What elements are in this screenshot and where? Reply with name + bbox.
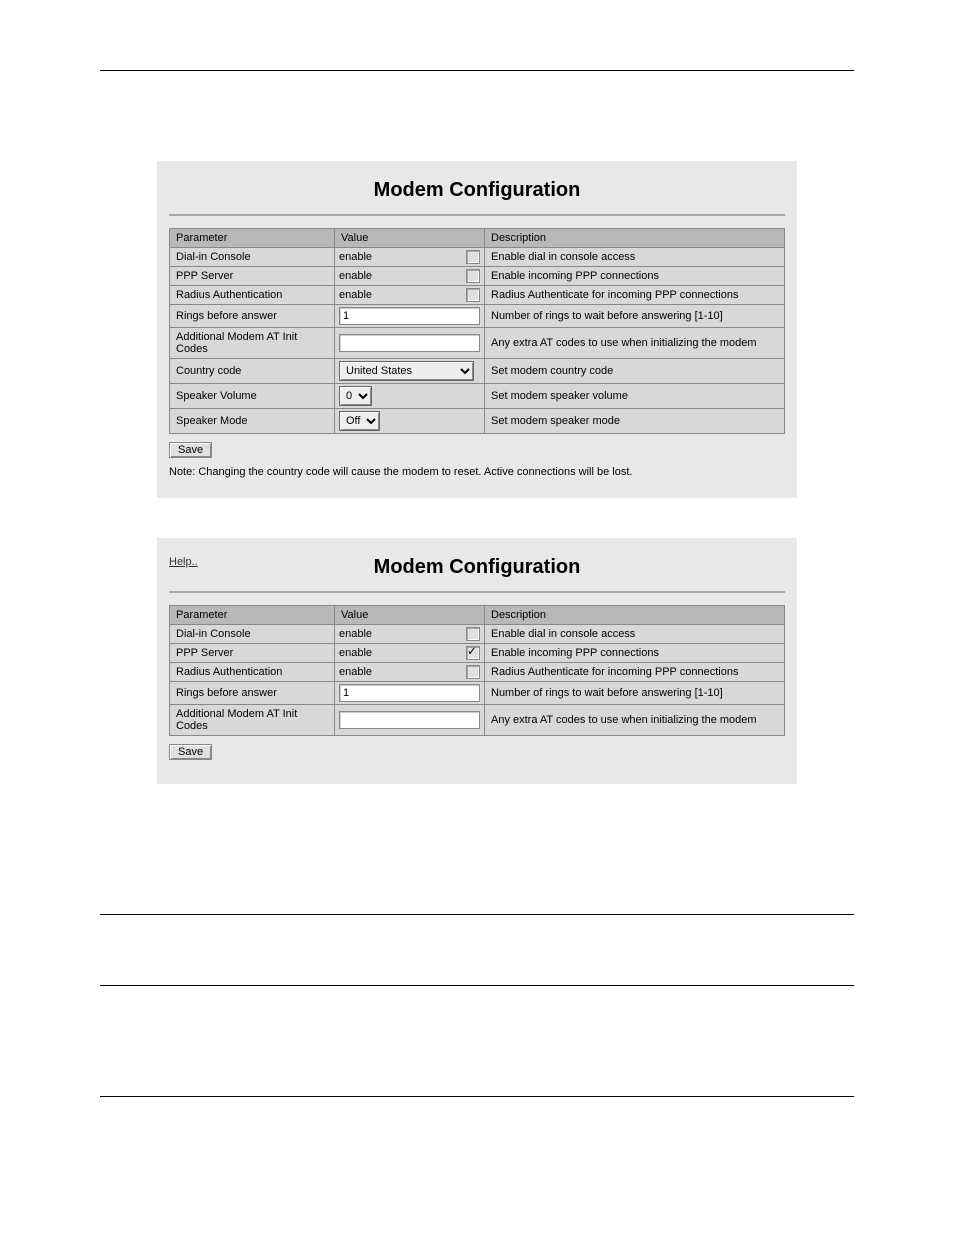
description-cell: Enable dial in console access: [485, 625, 785, 644]
checkbox[interactable]: [466, 288, 480, 302]
description-cell: Enable incoming PPP connections: [485, 267, 785, 286]
panel-title: Modem Configuration: [157, 161, 797, 214]
description-cell: Set modem country code: [485, 359, 785, 384]
modem-config-panel-2: Help.. Modem Configuration Parameter Val…: [157, 538, 797, 784]
value-cell: enable: [335, 267, 485, 286]
table-row: Speaker ModeOff Set modem speaker mode: [170, 409, 785, 434]
checkbox[interactable]: [466, 646, 480, 660]
table-row: Speaker Volume0 Set modem speaker volume: [170, 384, 785, 409]
param-cell: Radius Authentication: [170, 286, 335, 305]
value-cell: [335, 682, 485, 705]
header-parameter: Parameter: [170, 229, 335, 248]
table-row: Rings before answer Number of rings to wa…: [170, 682, 785, 705]
value-cell: enable: [335, 286, 485, 305]
param-cell: Radius Authentication: [170, 663, 335, 682]
text-input[interactable]: [339, 307, 480, 325]
checkbox[interactable]: [466, 250, 480, 264]
save-button[interactable]: Save: [169, 744, 212, 760]
param-cell: Dial-in Console: [170, 625, 335, 644]
header-value: Value: [335, 606, 485, 625]
table-row: Additional Modem AT Init Codes Any extra …: [170, 705, 785, 736]
description-cell: Radius Authenticate for incoming PPP con…: [485, 286, 785, 305]
param-cell: Speaker Mode: [170, 409, 335, 434]
checkbox[interactable]: [466, 627, 480, 641]
header-value: Value: [335, 229, 485, 248]
table-row: Radius Authentication enable Radius Authen…: [170, 286, 785, 305]
description-cell: Number of rings to wait before answering…: [485, 305, 785, 328]
value-cell: United States: [335, 359, 485, 384]
value-cell: 0: [335, 384, 485, 409]
description-cell: Number of rings to wait before answering…: [485, 682, 785, 705]
checkbox[interactable]: [466, 665, 480, 679]
table-row: PPP Server enable Enable incoming PPP conn…: [170, 267, 785, 286]
modem-config-panel-1: Modem Configuration Parameter Value Desc…: [157, 161, 797, 498]
select-box[interactable]: United States: [339, 361, 474, 381]
description-cell: Any extra AT codes to use when initializ…: [485, 705, 785, 736]
description-cell: Set modem speaker volume: [485, 384, 785, 409]
header-description: Description: [485, 229, 785, 248]
header-parameter: Parameter: [170, 606, 335, 625]
note-text: Note: Changing the country code will cau…: [169, 466, 785, 478]
value-cell: Off: [335, 409, 485, 434]
text-input[interactable]: [339, 684, 480, 702]
param-cell: Additional Modem AT Init Codes: [170, 328, 335, 359]
param-cell: Country code: [170, 359, 335, 384]
checkbox[interactable]: [466, 269, 480, 283]
title-underline: [169, 214, 785, 216]
description-cell: Any extra AT codes to use when initializ…: [485, 328, 785, 359]
table-row: Additional Modem AT Init Codes Any extra …: [170, 328, 785, 359]
enable-label: enable: [339, 666, 462, 678]
config-table: Parameter Value Description Dial-in Cons…: [169, 228, 785, 434]
param-cell: PPP Server: [170, 267, 335, 286]
panel-title: Modem Configuration: [157, 538, 797, 591]
param-cell: Additional Modem AT Init Codes: [170, 705, 335, 736]
enable-label: enable: [339, 289, 462, 301]
table-row: Dial-in Console enable Enable dial in cons…: [170, 625, 785, 644]
enable-label: enable: [339, 251, 462, 263]
help-link[interactable]: Help..: [169, 556, 198, 568]
value-cell: [335, 305, 485, 328]
description-cell: Radius Authenticate for incoming PPP con…: [485, 663, 785, 682]
value-cell: [335, 328, 485, 359]
param-cell: Rings before answer: [170, 305, 335, 328]
value-cell: enable: [335, 625, 485, 644]
value-cell: [335, 705, 485, 736]
description-cell: Enable dial in console access: [485, 248, 785, 267]
text-input[interactable]: [339, 711, 480, 729]
save-button[interactable]: Save: [169, 442, 212, 458]
enable-label: enable: [339, 647, 462, 659]
param-cell: Speaker Volume: [170, 384, 335, 409]
title-underline: [169, 591, 785, 593]
value-cell: enable: [335, 644, 485, 663]
select-box[interactable]: 0: [339, 386, 372, 406]
param-cell: PPP Server: [170, 644, 335, 663]
value-cell: enable: [335, 663, 485, 682]
value-cell: enable: [335, 248, 485, 267]
table-row: Dial-in Console enable Enable dial in cons…: [170, 248, 785, 267]
description-cell: Set modem speaker mode: [485, 409, 785, 434]
enable-label: enable: [339, 628, 462, 640]
header-description: Description: [485, 606, 785, 625]
enable-label: enable: [339, 270, 462, 282]
text-input[interactable]: [339, 334, 480, 352]
table-row: Country codeUnited States Set modem count…: [170, 359, 785, 384]
param-cell: Rings before answer: [170, 682, 335, 705]
select-box[interactable]: Off: [339, 411, 380, 431]
table-row: Rings before answer Number of rings to wa…: [170, 305, 785, 328]
table-row: Radius Authentication enable Radius Authen…: [170, 663, 785, 682]
table-row: PPP Server enable Enable incoming PPP conn…: [170, 644, 785, 663]
description-cell: Enable incoming PPP connections: [485, 644, 785, 663]
param-cell: Dial-in Console: [170, 248, 335, 267]
config-table: Parameter Value Description Dial-in Cons…: [169, 605, 785, 736]
